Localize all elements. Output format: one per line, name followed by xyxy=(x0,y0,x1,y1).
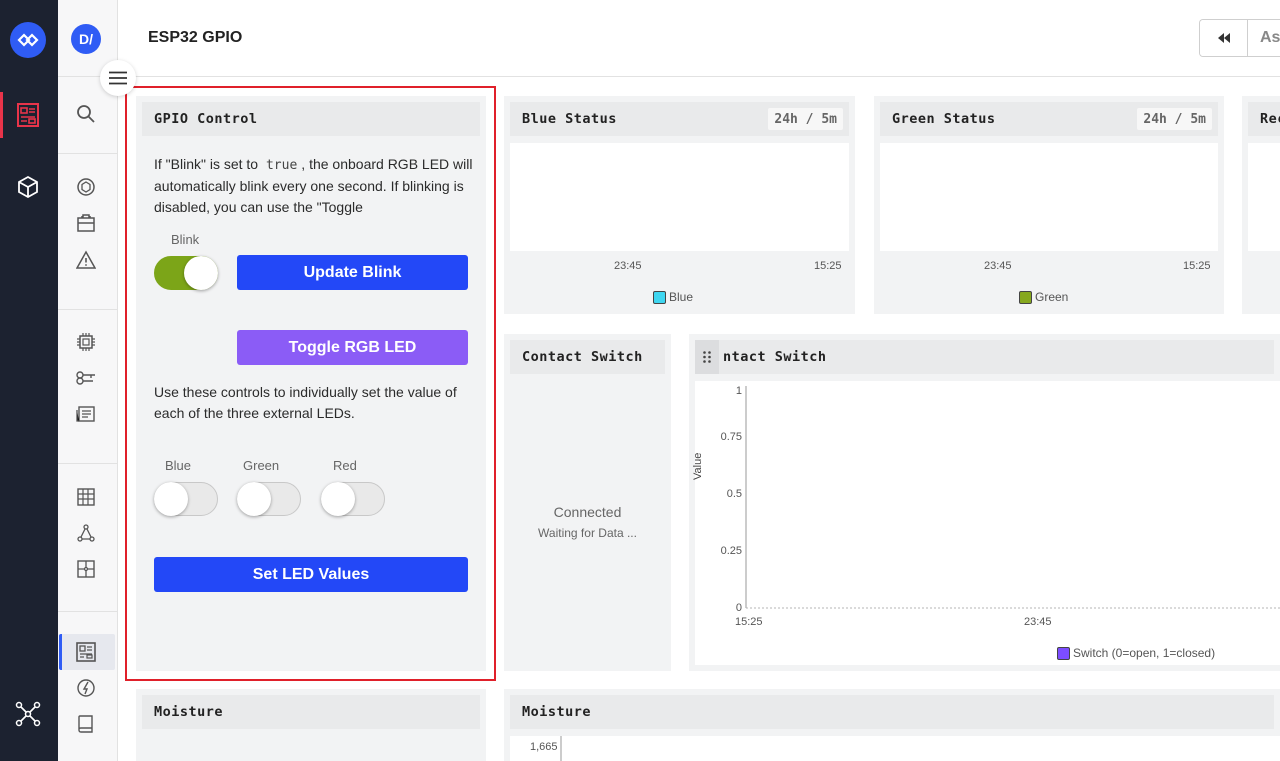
contact-switch-chart xyxy=(745,386,1280,609)
waiting-status: Waiting for Data ... xyxy=(538,526,637,540)
chart-plot-area xyxy=(1248,143,1280,251)
code-value: true xyxy=(265,158,298,173)
toggle-knob xyxy=(237,482,271,516)
y-tick-label: 0 xyxy=(735,602,742,614)
red-label: Red xyxy=(333,458,357,473)
chart-legend[interactable]: Green xyxy=(1019,290,1068,304)
divider xyxy=(58,463,118,464)
table-icon[interactable] xyxy=(72,483,100,511)
app-rail xyxy=(0,0,58,761)
divider xyxy=(58,611,118,612)
x-tick-label: 23:45 xyxy=(1024,616,1052,628)
x-tick-label: 23:45 xyxy=(984,260,1012,272)
update-blink-button[interactable]: Update Blink xyxy=(237,255,468,290)
blink-label: Blink xyxy=(171,232,200,247)
gpio-description: If "Blink" is set to true, the onboard R… xyxy=(154,154,474,217)
led-controls-description: Use these controls to individually set t… xyxy=(154,384,457,421)
divider xyxy=(58,153,118,154)
rewind-icon xyxy=(1217,33,1230,43)
package-icon[interactable] xyxy=(14,173,42,201)
legend-label: Green xyxy=(1035,290,1069,304)
news-icon[interactable] xyxy=(72,400,100,428)
time-range-badge[interactable]: 24h / 5m xyxy=(768,108,843,130)
red-led-toggle[interactable] xyxy=(321,482,385,516)
chart-plot-area xyxy=(510,143,849,251)
toggle-knob xyxy=(184,256,218,290)
y-tick-label: 0.25 xyxy=(720,545,742,557)
widget-title: Moisture xyxy=(142,695,480,729)
description-text: If "Blink" is set to xyxy=(154,156,262,172)
blink-toggle[interactable] xyxy=(154,256,218,290)
blue-status-widget: Blue Status 24h / 5m 23:45 15:25 Blue xyxy=(504,96,855,314)
time-range-badge[interactable]: 24h / 5m xyxy=(1137,108,1212,130)
y-tick-label: 0.75 xyxy=(720,431,742,443)
hamburger-icon xyxy=(109,71,127,85)
widget-title: Contact Switch xyxy=(510,340,665,374)
gpio-control-widget: GPIO Control If "Blink" is set to true, … xyxy=(136,96,486,671)
blue-led-toggle[interactable] xyxy=(154,482,218,516)
sidebar-toggle-button[interactable] xyxy=(100,60,136,96)
legend-swatch xyxy=(653,290,666,304)
y-tick-label: 0.5 xyxy=(726,488,742,500)
avatar[interactable]: D/ xyxy=(71,24,101,54)
toggle-knob xyxy=(154,482,188,516)
blue-label: Blue xyxy=(165,458,192,473)
chart-legend[interactable]: Blue xyxy=(653,290,693,304)
legend-label: Blue xyxy=(669,290,694,304)
puzzle-icon[interactable] xyxy=(72,555,100,583)
book-icon[interactable] xyxy=(72,710,100,738)
x-tick-label: 23:45 xyxy=(614,260,642,272)
y-axis-label: Value xyxy=(692,452,704,480)
red-status-widget: Rec xyxy=(1242,96,1280,314)
secondary-sidebar: D/ xyxy=(58,0,118,761)
dashboard-icon[interactable] xyxy=(72,638,100,666)
legend-swatch xyxy=(1019,290,1032,304)
page-header: ESP32 GPIO As xyxy=(118,0,1280,77)
alert-icon[interactable] xyxy=(72,246,100,274)
search-icon[interactable] xyxy=(72,100,100,128)
contact-switch-chart-widget: ntact Switch Value 1 0.75 0.5 0.25 0 15:… xyxy=(689,334,1280,671)
green-led-toggle[interactable] xyxy=(237,482,301,516)
page-title: ESP32 GPIO xyxy=(148,29,243,46)
rewind-button[interactable] xyxy=(1200,20,1248,56)
compass-icon[interactable] xyxy=(72,674,100,702)
contact-switch-indicator-widget: Contact Switch Connected Waiting for Dat… xyxy=(504,334,671,671)
divider xyxy=(58,309,118,310)
network-icon[interactable] xyxy=(14,700,42,728)
connection-status: Connected xyxy=(553,504,622,520)
moisture-chart-widget: Moisture 1,665 xyxy=(504,689,1280,761)
x-tick-label: 15:25 xyxy=(735,616,763,628)
moisture-indicator-widget: Moisture xyxy=(136,689,486,761)
x-tick-label: 15:25 xyxy=(1183,260,1211,272)
rail-active-indicator xyxy=(0,92,3,138)
header-actions: As xyxy=(1199,19,1280,57)
chart-legend[interactable]: Switch (0=open, 1=closed) xyxy=(1057,646,1215,660)
chart-plot-area xyxy=(880,143,1218,251)
device-icon[interactable] xyxy=(72,173,100,201)
x-tick-label: 15:25 xyxy=(814,260,842,272)
chip-icon[interactable] xyxy=(72,328,100,356)
y-tick-label: 1 xyxy=(735,385,742,397)
widget-title: GPIO Control xyxy=(142,102,480,136)
green-label: Green xyxy=(243,458,280,473)
header-search-button[interactable]: As xyxy=(1248,20,1280,56)
app-logo-icon[interactable] xyxy=(10,22,46,58)
toggle-rgb-led-button[interactable]: Toggle RGB LED xyxy=(237,330,468,365)
green-status-widget: Green Status 24h / 5m 23:45 15:25 Green xyxy=(874,96,1224,314)
widget-title: Rec xyxy=(1248,102,1280,136)
key-icon[interactable] xyxy=(72,364,100,392)
toggle-knob xyxy=(321,482,355,516)
set-led-values-button[interactable]: Set LED Values xyxy=(154,557,468,592)
briefcase-icon[interactable] xyxy=(72,209,100,237)
legend-label: Switch (0=open, 1=closed) xyxy=(1073,646,1216,660)
moisture-chart-axis xyxy=(560,736,562,761)
dashboard-icon[interactable] xyxy=(14,101,42,129)
graph-icon[interactable] xyxy=(72,519,100,547)
legend-swatch xyxy=(1057,646,1070,660)
